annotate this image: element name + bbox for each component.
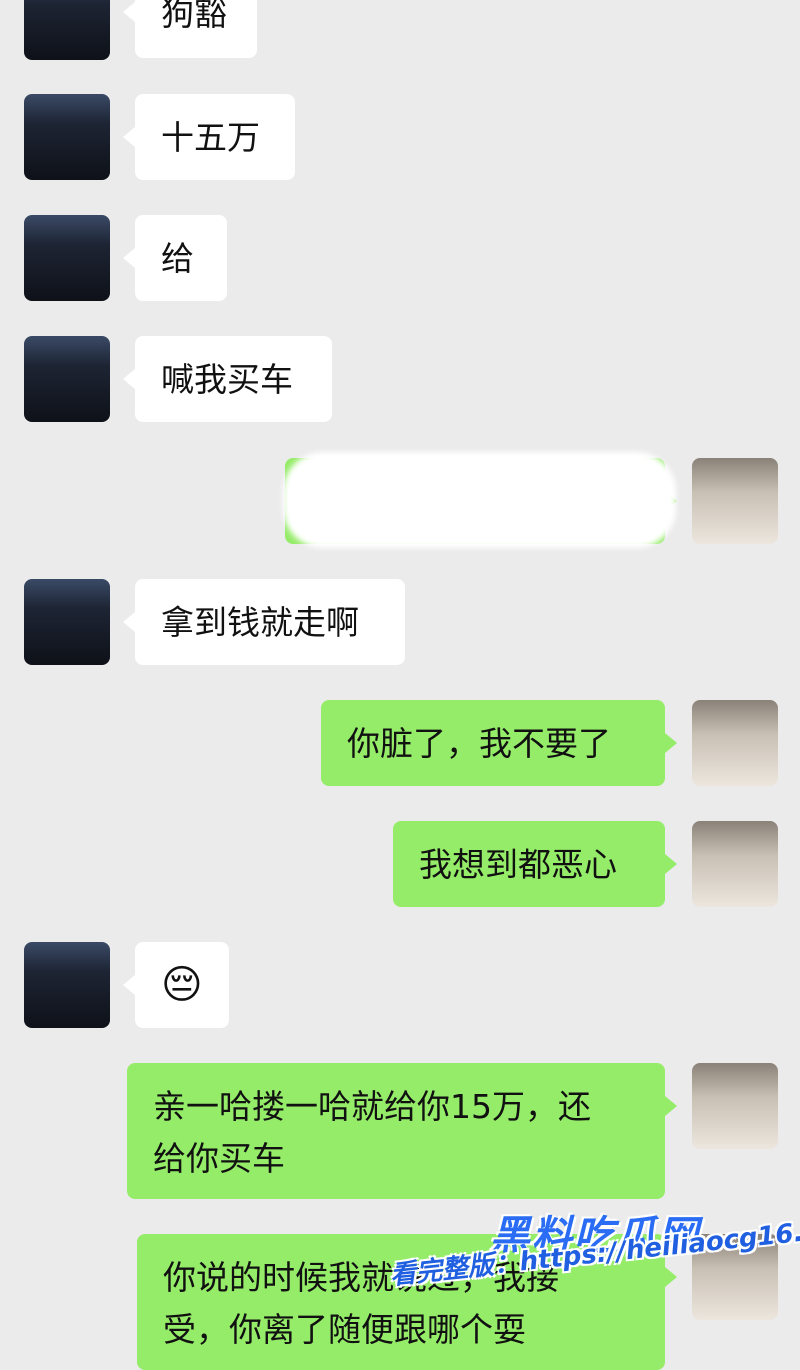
- bubble-tail: [123, 975, 135, 995]
- message-line: 亲一哈搂一哈就给你15万，还: [153, 1087, 591, 1126]
- bubble-tail: [123, 369, 135, 389]
- self-avatar[interactable]: [692, 821, 778, 907]
- redaction-mark: [283, 452, 676, 548]
- self-avatar[interactable]: [692, 1063, 778, 1149]
- message-bubble-incoming[interactable]: 喊我买车: [135, 336, 332, 422]
- message-line: 给你买车: [153, 1139, 285, 1178]
- contact-avatar[interactable]: [24, 215, 110, 301]
- contact-avatar[interactable]: [24, 336, 110, 422]
- message-bubble-incoming[interactable]: 拿到钱就走啊: [135, 579, 405, 665]
- bubble-tail: [123, 248, 135, 268]
- message-bubble-outgoing[interactable]: 亲一哈搂一哈就给你15万，还 给你买车: [127, 1063, 665, 1199]
- bubble-tail: [123, 127, 135, 147]
- message-bubble-incoming[interactable]: 给: [135, 215, 227, 301]
- bubble-tail: [123, 612, 135, 632]
- bubble-tail: [665, 1267, 677, 1287]
- message-bubble-incoming[interactable]: 😔: [135, 942, 229, 1028]
- message-line: 受，你离了随便跟哪个耍: [163, 1310, 526, 1349]
- contact-avatar[interactable]: [24, 942, 110, 1028]
- bubble-tail: [665, 733, 677, 753]
- contact-avatar[interactable]: [24, 579, 110, 665]
- message-bubble-outgoing[interactable]: 你脏了，我不要了: [321, 700, 665, 786]
- bubble-tail: [665, 1096, 677, 1116]
- message-bubble-incoming[interactable]: 狗豁: [135, 0, 257, 58]
- bubble-tail: [123, 2, 135, 22]
- contact-avatar[interactable]: [24, 94, 110, 180]
- bubble-tail: [665, 854, 677, 874]
- message-bubble-outgoing[interactable]: 我想到都恶心: [393, 821, 665, 907]
- self-avatar[interactable]: [692, 700, 778, 786]
- contact-avatar[interactable]: [24, 0, 110, 60]
- self-avatar[interactable]: [692, 458, 778, 544]
- message-bubble-incoming[interactable]: 十五万: [135, 94, 295, 180]
